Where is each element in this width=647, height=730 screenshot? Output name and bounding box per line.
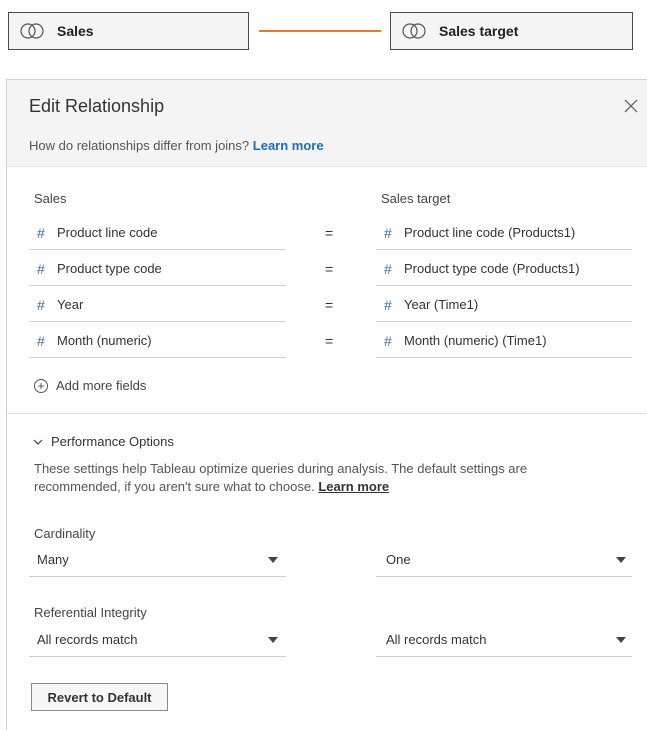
field-pair-row: # Month (numeric) = # Month (numeric) (T… bbox=[7, 324, 647, 360]
field-name: Product line code (Products1) bbox=[404, 225, 576, 240]
left-field-selector[interactable]: # Year bbox=[29, 288, 286, 322]
performance-options-title: Performance Options bbox=[51, 434, 174, 449]
learn-more-link[interactable]: Learn more bbox=[253, 138, 324, 153]
selected-value: All records match bbox=[37, 632, 138, 647]
help-row: How do relationships differ from joins? … bbox=[29, 138, 324, 153]
description-text: These settings help Tableau optimize que… bbox=[34, 461, 528, 494]
right-table-header: Sales target bbox=[381, 191, 451, 206]
field-name: Product line code bbox=[57, 225, 158, 240]
revert-to-default-button[interactable]: Revert to Default bbox=[31, 683, 168, 711]
relationship-icon bbox=[402, 23, 426, 39]
number-field-icon: # bbox=[37, 332, 45, 349]
dropdown-caret-icon bbox=[268, 556, 278, 563]
table-pill-sales[interactable]: Sales bbox=[8, 12, 249, 50]
learn-more-link[interactable]: Learn more bbox=[318, 479, 389, 494]
relationship-line[interactable] bbox=[259, 30, 381, 32]
number-field-icon: # bbox=[384, 332, 392, 349]
dropdown-caret-icon bbox=[268, 636, 278, 643]
right-field-selector[interactable]: # Product line code (Products1) bbox=[376, 216, 632, 250]
integrity-right-select[interactable]: All records match bbox=[376, 623, 632, 657]
number-field-icon: # bbox=[384, 296, 392, 313]
dropdown-caret-icon bbox=[616, 556, 626, 563]
panel-header: Edit Relationship How do relationships d… bbox=[7, 80, 647, 167]
left-field-selector[interactable]: # Month (numeric) bbox=[29, 324, 286, 358]
right-field-selector[interactable]: # Month (numeric) (Time1) bbox=[376, 324, 632, 358]
field-pair-row: # Year = # Year (Time1) bbox=[7, 288, 647, 324]
right-field-selector[interactable]: # Product type code (Products1) bbox=[376, 252, 632, 286]
number-field-icon: # bbox=[384, 224, 392, 241]
cardinality-label: Cardinality bbox=[34, 526, 96, 541]
field-name: Product type code bbox=[57, 261, 162, 276]
selected-value: Many bbox=[37, 552, 69, 567]
help-text: How do relationships differ from joins? bbox=[29, 138, 250, 153]
cardinality-right-select[interactable]: One bbox=[376, 543, 632, 577]
referential-integrity-label: Referential Integrity bbox=[34, 605, 147, 620]
field-name: Month (numeric) (Time1) bbox=[404, 333, 547, 348]
field-name: Product type code (Products1) bbox=[404, 261, 580, 276]
left-table-header: Sales bbox=[34, 191, 67, 206]
chevron-down-icon bbox=[33, 439, 43, 445]
close-icon[interactable] bbox=[623, 98, 639, 114]
right-field-selector[interactable]: # Year (Time1) bbox=[376, 288, 632, 322]
left-field-selector[interactable]: # Product type code bbox=[29, 252, 286, 286]
selected-value: All records match bbox=[386, 632, 487, 647]
table-name: Sales bbox=[57, 23, 94, 39]
cardinality-left-select[interactable]: Many bbox=[29, 543, 286, 577]
field-name: Year bbox=[57, 297, 84, 312]
performance-options-toggle[interactable]: Performance Options bbox=[33, 434, 174, 449]
left-field-selector[interactable]: # Product line code bbox=[29, 216, 286, 250]
selected-value: One bbox=[386, 552, 411, 567]
add-fields-label: Add more fields bbox=[56, 378, 147, 393]
number-field-icon: # bbox=[384, 260, 392, 277]
table-name: Sales target bbox=[439, 23, 519, 39]
number-field-icon: # bbox=[37, 224, 45, 241]
equals-operator[interactable]: = bbox=[325, 333, 333, 349]
section-divider bbox=[7, 413, 647, 414]
equals-operator[interactable]: = bbox=[325, 297, 333, 313]
field-name: Month (numeric) bbox=[57, 333, 152, 348]
edit-relationship-panel: Edit Relationship How do relationships d… bbox=[6, 79, 647, 730]
field-name: Year (Time1) bbox=[404, 297, 479, 312]
plus-circle-icon: + bbox=[34, 378, 48, 393]
performance-description: These settings help Tableau optimize que… bbox=[34, 460, 614, 496]
number-field-icon: # bbox=[37, 296, 45, 313]
equals-operator[interactable]: = bbox=[325, 225, 333, 241]
dropdown-caret-icon bbox=[616, 636, 626, 643]
relationship-icon bbox=[20, 23, 44, 39]
table-pill-sales-target[interactable]: Sales target bbox=[390, 12, 633, 50]
number-field-icon: # bbox=[37, 260, 45, 277]
add-more-fields-button[interactable]: + Add more fields bbox=[34, 378, 146, 393]
field-pair-row: # Product line code = # Product line cod… bbox=[7, 216, 647, 252]
field-pair-row: # Product type code = # Product type cod… bbox=[7, 252, 647, 288]
panel-title: Edit Relationship bbox=[29, 96, 165, 116]
integrity-left-select[interactable]: All records match bbox=[29, 623, 286, 657]
equals-operator[interactable]: = bbox=[325, 261, 333, 277]
